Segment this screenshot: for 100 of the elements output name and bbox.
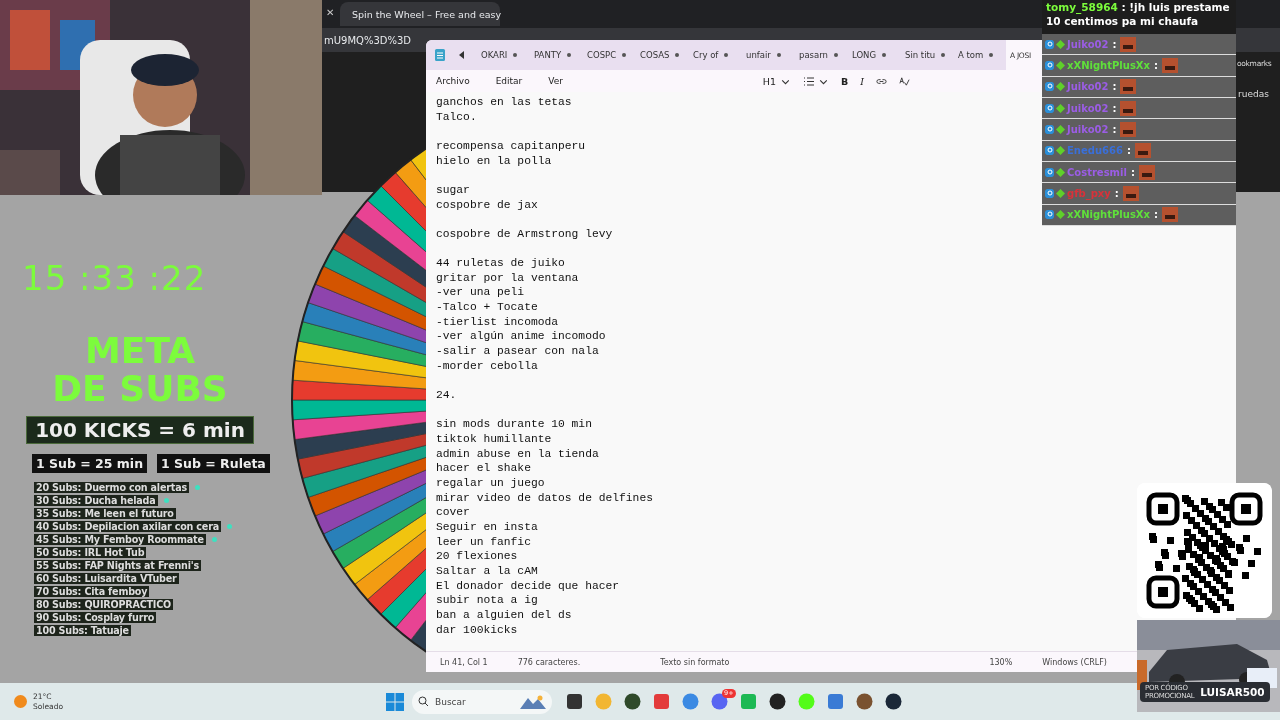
goal-item: 35 Subs: Me leen el futuro — [34, 508, 176, 519]
app-icon[interactable] — [769, 693, 786, 710]
list-button[interactable] — [803, 75, 829, 87]
badge-icon — [1056, 210, 1065, 220]
app-icon[interactable] — [566, 693, 583, 710]
text-line: ban a alguien del ds — [436, 607, 572, 623]
document-tab[interactable]: Sin titu — [900, 40, 953, 70]
status-text: Ln 41, Col 1 — [440, 657, 488, 667]
document-tab[interactable]: COSPC — [582, 40, 635, 70]
badge-icon — [1045, 167, 1054, 177]
goal-item: 90 Subs: Cosplay furro — [34, 612, 157, 623]
modified-dot — [989, 53, 994, 57]
bold-button[interactable]: B — [841, 75, 849, 87]
menu-item[interactable]: Ver — [548, 76, 563, 86]
emote-icon — [1138, 164, 1155, 180]
italic-button[interactable]: I — [860, 75, 864, 87]
badge-icon — [1045, 210, 1054, 220]
goal-item: 50 Subs: IRL Hot Tub — [34, 547, 147, 558]
emote-icon — [1120, 36, 1137, 52]
text-line: ganchos en las tetas — [436, 95, 572, 110]
goal-item: 60 Subs: Luisardita VTuber — [34, 573, 179, 584]
badge-icon — [1056, 39, 1065, 49]
status-text: Windows (CRLF) — [1042, 657, 1107, 667]
close-icon[interactable]: ✕ — [326, 7, 335, 18]
goal-title: DE SUBS — [52, 370, 228, 408]
text-line: sin mods durante 10 min — [436, 417, 592, 432]
badge-icon — [1045, 124, 1054, 134]
badge-icon — [1045, 189, 1054, 198]
modified-dot — [622, 53, 627, 57]
text-line: admin abuse en la tienda — [436, 446, 599, 462]
document-tab[interactable]: COSAS — [635, 40, 688, 70]
mountain-icon — [520, 694, 546, 709]
modified-dot — [724, 53, 729, 57]
modified-dot — [776, 53, 781, 57]
emote-icon — [1122, 186, 1139, 201]
text-line: -ver una peli — [436, 285, 525, 301]
separator-text: : — [1112, 123, 1117, 135]
browser-text: ruedas — [1238, 89, 1269, 99]
chat-username: xXNightPlusXx — [1067, 59, 1150, 71]
text-line: 24. — [436, 388, 457, 403]
emote-icon — [1120, 79, 1137, 95]
text-line: sugar — [436, 182, 470, 198]
badge-icon — [1056, 103, 1065, 113]
spellcheck-icon[interactable] — [899, 75, 910, 87]
app-icon[interactable] — [624, 693, 641, 710]
text-line: cospobre de Armstrong levy — [436, 226, 613, 242]
emote-icon — [1120, 121, 1137, 137]
chat-username: Juiko02 — [1067, 123, 1109, 135]
kicks-label: 100 KICKS = 6 min — [26, 416, 254, 444]
text-line: tiktok humillante — [436, 432, 552, 447]
text-line: 44 ruletas de juiko — [436, 256, 565, 271]
document-tab[interactable]: PANTY — [529, 40, 582, 70]
text-line: recompensa capitanperu — [436, 138, 586, 154]
text-line: Talco. — [436, 109, 477, 125]
notepad-icon — [434, 48, 446, 62]
emote-icon — [1120, 100, 1137, 116]
text-line: -salir a pasear con nala — [436, 344, 599, 359]
goal-item: 80 Subs: QUIROPRACTICO — [34, 599, 174, 610]
text-line: hacer el shake — [436, 461, 531, 476]
promo-code: LUISAR500 — [1200, 686, 1265, 698]
text-line: 20 flexiones — [436, 549, 518, 564]
windows-icon[interactable] — [386, 692, 404, 711]
address-text[interactable]: mU9MQ%3D%3D — [322, 34, 412, 46]
browser-tab[interactable]: Spin the Wheel – Free and easy — [340, 2, 500, 26]
text-line: -Talco + Tocate — [436, 300, 538, 315]
badge-icon — [1045, 60, 1054, 70]
separator-text: : — [1112, 38, 1117, 50]
goal-item: 70 Subs: Cita femboy — [34, 586, 150, 597]
search-field[interactable]: Buscar — [412, 689, 552, 714]
clock-text: 15 :33 :22 — [22, 258, 207, 298]
modified-dot — [675, 53, 680, 57]
separator-text: : — [1112, 102, 1117, 114]
document-tab[interactable]: unfair — [741, 40, 794, 70]
modified-dot — [567, 53, 572, 57]
separator-text: : — [1114, 188, 1119, 199]
badge-icon — [1045, 82, 1054, 92]
document-tab[interactable]: pasarn — [794, 40, 847, 70]
badge-icon — [1056, 124, 1065, 134]
chat-username: Juiko02 — [1067, 81, 1109, 93]
badge-icon — [1056, 146, 1065, 156]
chat-username: Juiko02 — [1067, 102, 1109, 114]
document-tab[interactable]: A tom — [953, 40, 1006, 70]
app-icon[interactable] — [856, 693, 873, 710]
document-tab[interactable]: LONG — [847, 40, 900, 70]
status-text: Texto sin formato — [660, 657, 730, 667]
document-tab[interactable]: Cry of — [688, 40, 741, 70]
text-line: mirar video de datos de delfines — [436, 490, 653, 506]
menu-item[interactable]: Editar — [495, 76, 523, 86]
badge-icon — [1045, 146, 1054, 156]
heading-button[interactable]: H1 — [762, 75, 791, 87]
list-icon — [803, 75, 814, 87]
goal-item: 30 Subs: Ducha helada — [34, 495, 158, 506]
sub-rate-label: 1 Sub = Ruleta — [157, 454, 270, 473]
emote-icon — [1134, 143, 1151, 159]
text-line: Seguir en insta — [436, 519, 538, 535]
badge-icon — [1056, 189, 1065, 198]
text-line: El donador decide que hacer — [436, 578, 620, 594]
menu-item[interactable]: Archivo — [436, 76, 470, 86]
document-tab[interactable]: OKARI — [476, 40, 529, 70]
app-icon[interactable] — [885, 693, 902, 710]
